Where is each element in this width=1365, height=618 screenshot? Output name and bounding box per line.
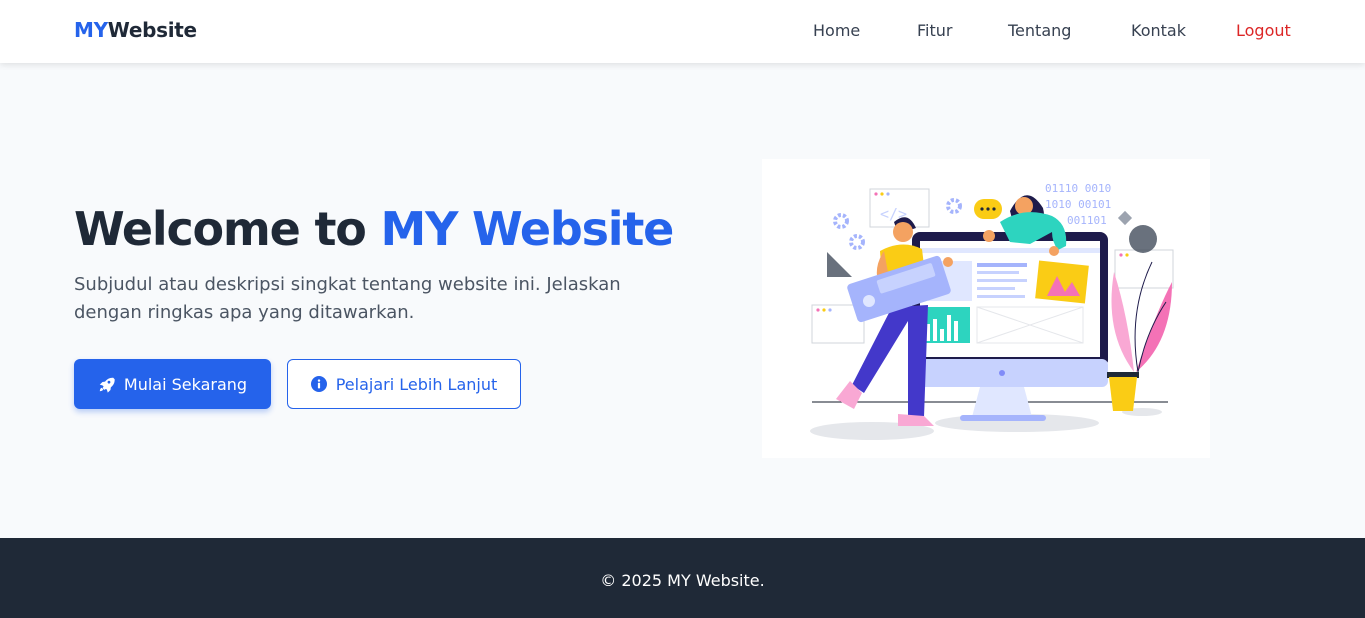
hero-title: Welcome to MY Website [74,202,675,256]
logout-link[interactable]: Logout [1236,21,1291,40]
binary-line-3: 001101 [1067,214,1107,227]
footer: © 2025 MY Website. [0,538,1365,618]
learn-more-label: Pelajari Lebih Lanjut [335,374,498,394]
binary-line-2: 1010 00101 [1045,198,1111,211]
rocket-icon [98,376,115,393]
hero-title-accent: MY Website [380,202,675,256]
main-nav: Home Fitur Tentang Kontak Logout [0,21,1365,41]
nav-link-fitur[interactable]: Fitur [917,21,952,40]
binary-line-1: 01110 0010 [1045,182,1111,195]
hero-subtitle: Subjudul atau deskripsi singkat tentang … [74,274,621,323]
get-started-label: Mulai Sekarang [123,374,248,394]
nav-link-home[interactable]: Home [813,21,860,40]
info-circle-icon [310,376,327,392]
nav-link-tentang[interactable]: Tentang [1008,21,1071,40]
navbar: MYWebsite Home Fitur Tentang Kontak Logo… [0,0,1365,63]
get-started-button[interactable]: Mulai Sekarang [74,359,271,409]
hero-title-prefix: Welcome to [74,202,381,256]
footer-copyright: © 2025 MY Website. [600,571,765,590]
learn-more-button[interactable]: Pelajari Lebih Lanjut [287,359,521,409]
hero-illustration: </> 01110 0010 1010 00101 001101 [762,159,1210,458]
nav-link-kontak[interactable]: Kontak [1131,21,1186,40]
